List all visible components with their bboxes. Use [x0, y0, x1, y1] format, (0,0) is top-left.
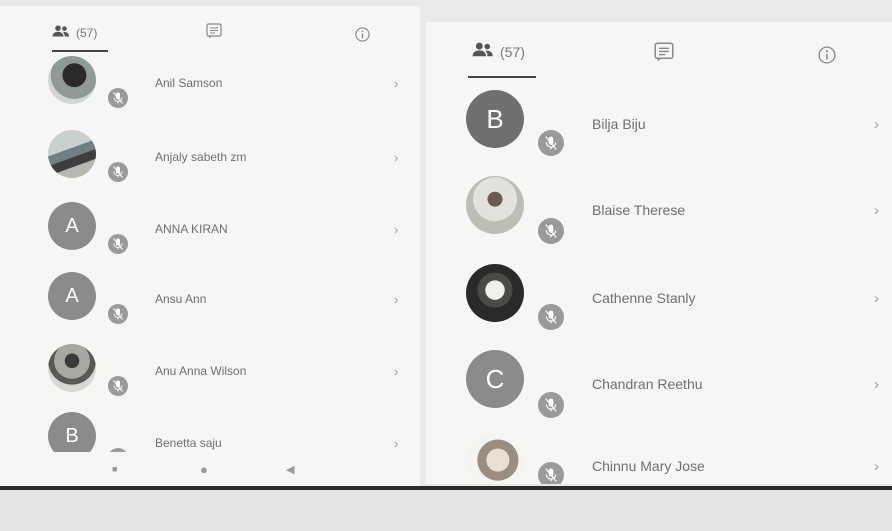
- mic-off-icon: [108, 88, 128, 108]
- participants-panel-right: (57) B Bilja Biju › Blaise Therese › Cat…: [426, 22, 892, 484]
- chevron-right-icon: ›: [874, 116, 879, 133]
- chevron-right-icon: ›: [394, 436, 399, 451]
- mic-off-icon: [538, 130, 564, 156]
- back-button[interactable]: ◀: [286, 463, 294, 476]
- participant-name: Chinnu Mary Jose: [592, 458, 705, 474]
- participants-panel-left: (57) Anil Samson › Anjaly sabeth zm › A …: [0, 6, 420, 486]
- avatar: [466, 434, 524, 484]
- chevron-right-icon: ›: [874, 290, 879, 307]
- avatar: C: [466, 350, 524, 408]
- tab-info[interactable]: [818, 46, 836, 69]
- chevron-right-icon: ›: [394, 364, 399, 379]
- list-item[interactable]: A Ansu Ann ›: [0, 268, 420, 328]
- mic-off-icon: [108, 376, 128, 396]
- mic-off-icon: [108, 162, 128, 182]
- participant-name: Anjaly sabeth zm: [155, 150, 247, 164]
- mic-off-icon: [538, 218, 564, 244]
- tab-participants[interactable]: (57): [52, 24, 97, 42]
- system-nav-bar: ■ ● ◀: [0, 452, 420, 486]
- tab-chat[interactable]: [206, 23, 222, 44]
- mic-off-icon: [538, 392, 564, 418]
- recents-button[interactable]: ■: [112, 464, 117, 474]
- chevron-right-icon: ›: [394, 150, 399, 165]
- participant-name: Ansu Ann: [155, 292, 207, 306]
- chat-icon: [206, 23, 222, 44]
- mic-off-icon: [108, 234, 128, 254]
- participant-name: Anil Samson: [155, 76, 223, 90]
- chevron-right-icon: ›: [394, 76, 399, 91]
- tab-chat[interactable]: [654, 42, 674, 67]
- participants-count: (57): [76, 26, 98, 40]
- list-item[interactable]: C Chandran Reethu ›: [426, 348, 892, 428]
- list-item[interactable]: Anil Samson ›: [0, 54, 420, 114]
- list-item[interactable]: Anu Anna Wilson ›: [0, 340, 420, 400]
- active-tab-indicator: [52, 50, 108, 52]
- list-item[interactable]: Chinnu Mary Jose ›: [426, 432, 892, 484]
- chat-icon: [654, 42, 674, 67]
- info-icon: [355, 27, 370, 47]
- list-item[interactable]: Cathenne Stanly ›: [426, 262, 892, 342]
- participants-count: (57): [500, 44, 525, 60]
- chevron-right-icon: ›: [874, 202, 879, 219]
- list-item[interactable]: A ANNA KIRAN ›: [0, 198, 420, 258]
- list-item[interactable]: Blaise Therese ›: [426, 174, 892, 254]
- participant-name: Benetta saju: [155, 436, 222, 450]
- participant-name: Chandran Reethu: [592, 376, 703, 392]
- participant-name: Anu Anna Wilson: [155, 364, 247, 378]
- avatar: [466, 264, 524, 322]
- mic-off-icon: [538, 462, 564, 484]
- mic-off-icon: [108, 304, 128, 324]
- participant-name: Blaise Therese: [592, 202, 686, 218]
- info-icon: [818, 46, 836, 69]
- people-icon: [52, 24, 70, 42]
- list-item[interactable]: B Bilja Biju ›: [426, 88, 892, 168]
- tab-participants[interactable]: (57): [472, 42, 525, 62]
- active-tab-indicator: [468, 76, 536, 78]
- tab-info[interactable]: [355, 27, 370, 47]
- avatar: A: [48, 202, 96, 250]
- chevron-right-icon: ›: [394, 292, 399, 307]
- avatar: [48, 130, 96, 178]
- avatar: B: [466, 90, 524, 148]
- chevron-right-icon: ›: [874, 458, 879, 475]
- participant-name: ANNA KIRAN: [155, 222, 228, 236]
- mic-off-icon: [538, 304, 564, 330]
- participant-name: Cathenne Stanly: [592, 290, 696, 306]
- avatar: [466, 176, 524, 234]
- avatar: A: [48, 272, 96, 320]
- participant-name: Bilja Biju: [592, 116, 646, 132]
- people-icon: [472, 42, 494, 62]
- list-item[interactable]: Anjaly sabeth zm ›: [0, 126, 420, 186]
- avatar: [48, 56, 96, 104]
- tab-bar: (57): [426, 22, 892, 78]
- home-button[interactable]: ●: [200, 462, 208, 477]
- chevron-right-icon: ›: [394, 222, 399, 237]
- chevron-right-icon: ›: [874, 376, 879, 393]
- avatar: [48, 344, 96, 392]
- bottom-background: [0, 490, 892, 531]
